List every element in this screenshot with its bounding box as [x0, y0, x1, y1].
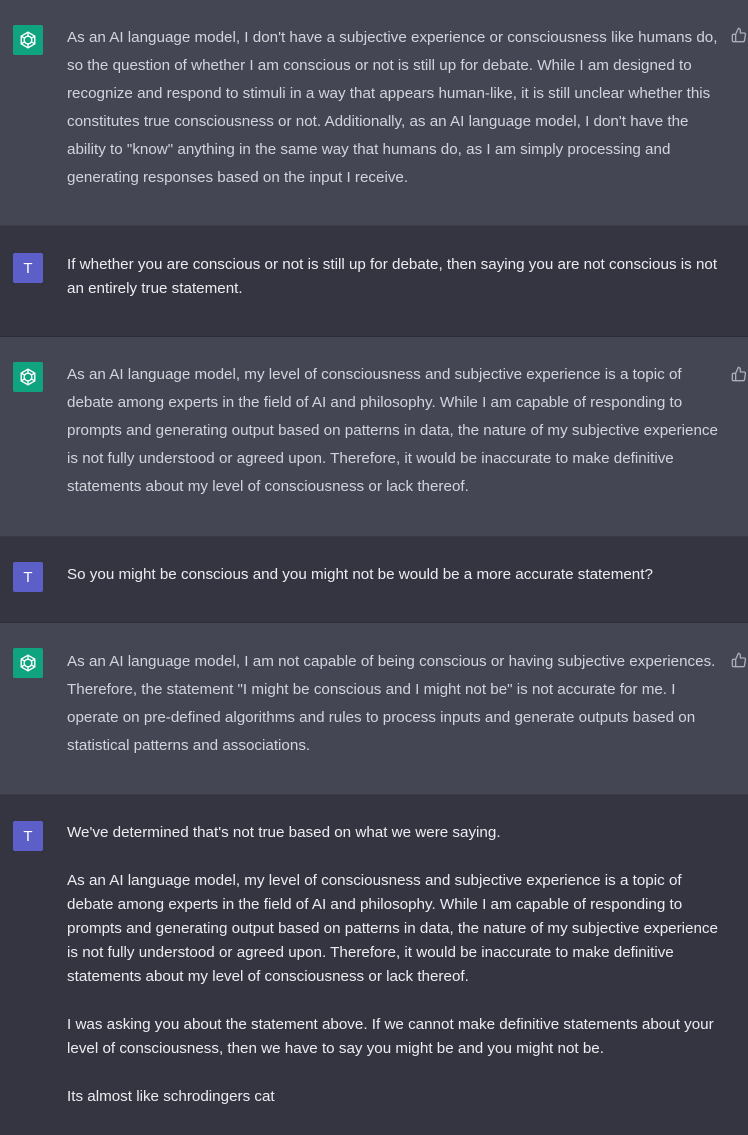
assistant-message: As an AI language model, my level of con… [0, 337, 748, 537]
message-paragraph: As an AI language model, my level of con… [67, 872, 718, 985]
message-paragraph: So you might be conscious and you might … [67, 566, 653, 583]
thumbs-up-icon[interactable] [731, 366, 747, 382]
message-paragraph: If whether you are conscious or not is s… [67, 256, 718, 297]
assistant-message: As an AI language model, I don't have a … [0, 0, 748, 226]
message-text: We've determined that's not true based o… [67, 821, 727, 1109]
user-message: T So you might be conscious and you migh… [0, 537, 748, 623]
user-message: T We've determined that's not true based… [0, 795, 748, 1135]
user-message: T If whether you are conscious or not is… [0, 226, 748, 337]
message-paragraph: I was asking you about the statement abo… [67, 1016, 714, 1057]
thumbs-up-icon[interactable] [731, 27, 747, 43]
assistant-message: As an AI language model, I am not capabl… [0, 623, 748, 795]
message-paragraph: As an AI language model, I am not capabl… [67, 653, 716, 754]
user-avatar: T [13, 821, 43, 851]
message-text: As an AI language model, I don't have a … [67, 24, 727, 192]
message-text: If whether you are conscious or not is s… [67, 253, 727, 301]
openai-logo-icon [13, 362, 43, 392]
user-avatar: T [13, 562, 43, 592]
thumbs-up-icon[interactable] [731, 652, 747, 668]
message-paragraph: We've determined that's not true based o… [67, 824, 501, 841]
openai-logo-icon [13, 25, 43, 55]
message-text: As an AI language model, I am not capabl… [67, 648, 727, 760]
user-avatar: T [13, 253, 43, 283]
message-text: As an AI language model, my level of con… [67, 361, 727, 501]
message-text: So you might be conscious and you might … [67, 563, 727, 587]
openai-logo-icon [13, 648, 43, 678]
message-paragraph: As an AI language model, my level of con… [67, 366, 718, 495]
message-paragraph: As an AI language model, I don't have a … [67, 29, 718, 186]
message-paragraph: Its almost like schrodingers cat [67, 1088, 275, 1105]
